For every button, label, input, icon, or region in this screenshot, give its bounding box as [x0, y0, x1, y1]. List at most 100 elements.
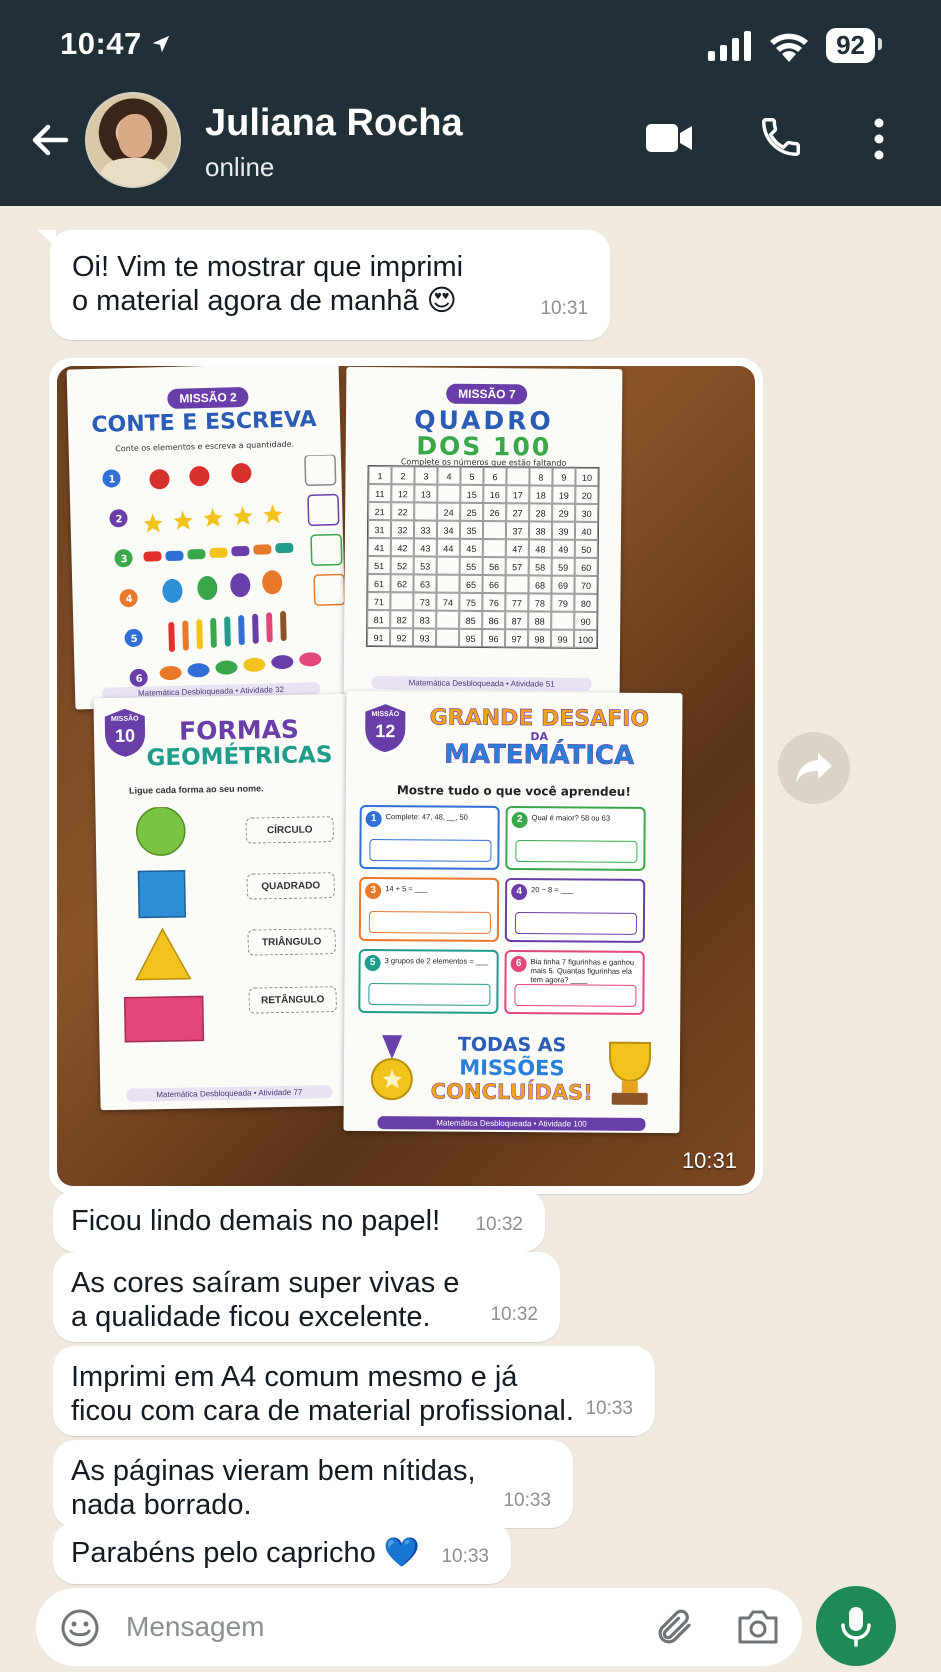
message-text: Imprimi em A4 comum mesmo e já ficou com…	[71, 1361, 574, 1427]
svg-text:1: 1	[108, 474, 115, 485]
grid-cell: 86	[482, 610, 506, 630]
grid-cell: 96	[481, 628, 506, 648]
grid-cell: 61	[367, 573, 391, 593]
svg-text:5: 5	[131, 634, 138, 645]
grid-cell: 91	[367, 627, 391, 647]
grid-cell: 6	[483, 467, 507, 486]
grid-cell: 44	[436, 538, 460, 557]
grid-cell: 75	[459, 592, 483, 611]
worksheet-subtitle: Conte os elementos e escreva a quantidad…	[115, 439, 295, 454]
more-options-icon[interactable]	[872, 118, 886, 160]
message-bubble[interactable]: Imprimi em A4 comum mesmo e já ficou com…	[53, 1346, 655, 1436]
svg-text:6: 6	[136, 674, 143, 685]
worksheet-instruction: Ligue cada forma ao seu nome.	[128, 783, 264, 796]
shape-label: QUADRADO	[246, 872, 335, 900]
answer-field	[514, 912, 637, 935]
grid-cell: 88	[528, 611, 552, 630]
attach-icon[interactable]	[654, 1606, 696, 1648]
avatar[interactable]	[85, 92, 181, 188]
grid-cell: 33	[413, 520, 438, 539]
task-box: 53 grupos de 2 elementos = ___	[358, 948, 499, 1014]
video-call-icon[interactable]	[646, 120, 694, 156]
grid-cell: 56	[482, 556, 506, 576]
microphone-icon	[841, 1607, 871, 1647]
mic-button[interactable]	[816, 1586, 896, 1666]
svg-text:2: 2	[115, 514, 122, 525]
grid-cell: 41	[367, 537, 391, 557]
worksheet-quadro-100: MISSÃO 7 QUADRO DOS 100 Complete os núme…	[343, 366, 623, 698]
grid-cell: 25	[460, 502, 484, 522]
worksheets-photo[interactable]: MISSÃO 2 CONTE E ESCREVA Conte os elemen…	[57, 366, 755, 1186]
grid-cell: 38	[528, 521, 553, 540]
wifi-icon	[770, 33, 809, 62]
grid-cell: 68	[528, 575, 552, 594]
message-bubble[interactable]: Ficou lindo demais no papel! 10:32	[53, 1190, 545, 1252]
grid-cell: 34	[436, 520, 461, 539]
grid-cell	[482, 538, 506, 558]
message-bubble[interactable]: As cores saíram super vivas e a qualidad…	[53, 1252, 560, 1342]
worksheet-footer: Matemática Desbloqueada • Atividade 100	[377, 1116, 646, 1131]
chat-header: 10:47 92 Juliana Rocha online	[0, 0, 941, 206]
grid-cell: 42	[390, 538, 414, 557]
grid-cell: 48	[528, 539, 552, 558]
message-text: Ficou lindo demais no papel!	[71, 1205, 441, 1237]
emoji-icon[interactable]	[60, 1608, 100, 1648]
message-bubble[interactable]: Parabéns pelo capricho 💙 10:33	[53, 1522, 511, 1584]
grid-cell: 1	[368, 465, 392, 485]
task-box: 1 Complete: 47, 48, __, 50	[359, 804, 500, 870]
worksheet-grande-desafio: MISSÃO 12 GRANDE DESAFIO DA MATEMÁTICA M…	[343, 690, 683, 1134]
grid-cell	[506, 467, 530, 486]
image-time: 10:31	[681, 1148, 737, 1173]
message-time: 10:31	[540, 298, 588, 319]
message-bubble[interactable]: Oi! Vim te mostrar que imprimi o materia…	[38, 230, 610, 340]
grid-cell: 97	[504, 629, 529, 648]
task-box: 4 20 − 8 = ___	[504, 877, 646, 943]
message-input[interactable]	[126, 1606, 646, 1648]
grid-cell: 57	[505, 557, 529, 576]
task-text: Bia tinha 7 figurinhas e ganhou mais 5. …	[530, 957, 635, 985]
grid-cell	[414, 502, 438, 521]
worksheet-formas-geometricas: MISSÃO 10 FORMAS GEOMÉTRICAS Ligue cada …	[93, 693, 359, 1111]
grid-cell: 83	[413, 610, 437, 629]
message-time: 10:33	[503, 1490, 551, 1511]
contact-name[interactable]: Juliana Rocha	[205, 102, 463, 145]
grid-cell: 19	[552, 485, 576, 504]
grid-cell: 76	[482, 592, 506, 612]
task-number: 3	[365, 882, 382, 900]
shape-label: CÍRCULO	[245, 816, 334, 844]
grid-cell	[437, 484, 461, 503]
contact-status: online	[205, 152, 275, 182]
message-time: 10:32	[490, 1304, 538, 1325]
answer-field	[368, 910, 492, 934]
grid-cell: 5	[460, 466, 484, 486]
image-message[interactable]: MISSÃO 2 CONTE E ESCREVA Conte os elemen…	[49, 358, 763, 1194]
grid-cell: 77	[505, 593, 529, 612]
task-number: 5	[364, 954, 381, 972]
shapes-illustration	[123, 806, 205, 1043]
grid-cell: 13	[414, 484, 438, 503]
grid-cell	[436, 574, 460, 593]
forward-arrow-icon	[796, 753, 832, 783]
camera-icon[interactable]	[736, 1608, 780, 1646]
grid-cell: 21	[368, 501, 392, 521]
grid-cell	[436, 556, 460, 575]
worksheet-subtitle: Mostre tudo o que você aprendeu!	[396, 783, 631, 799]
grid-cell: 99	[550, 629, 575, 648]
grid-cell: 71	[367, 591, 391, 611]
back-arrow-icon[interactable]	[26, 116, 74, 164]
grid-cell: 12	[391, 484, 415, 503]
grid-cell: 29	[552, 503, 576, 522]
grid-cell: 24	[437, 502, 461, 521]
answer-field	[514, 984, 637, 1007]
grid-cell	[435, 628, 460, 647]
worksheet-footer: Matemática Desbloqueada • Atividade 77	[126, 1085, 333, 1102]
grid-cell	[551, 611, 575, 630]
task-number: 1	[365, 810, 382, 828]
grid-cell: 4	[437, 466, 461, 485]
task-text: 3 grupos de 2 elementos = ___	[384, 956, 489, 966]
grid-cell: 18	[529, 485, 553, 504]
forward-button[interactable]	[778, 732, 850, 804]
grid-cell: 17	[506, 485, 530, 504]
message-bubble[interactable]: As páginas vieram bem nítidas, nada borr…	[53, 1440, 573, 1528]
phone-icon[interactable]	[758, 114, 804, 160]
